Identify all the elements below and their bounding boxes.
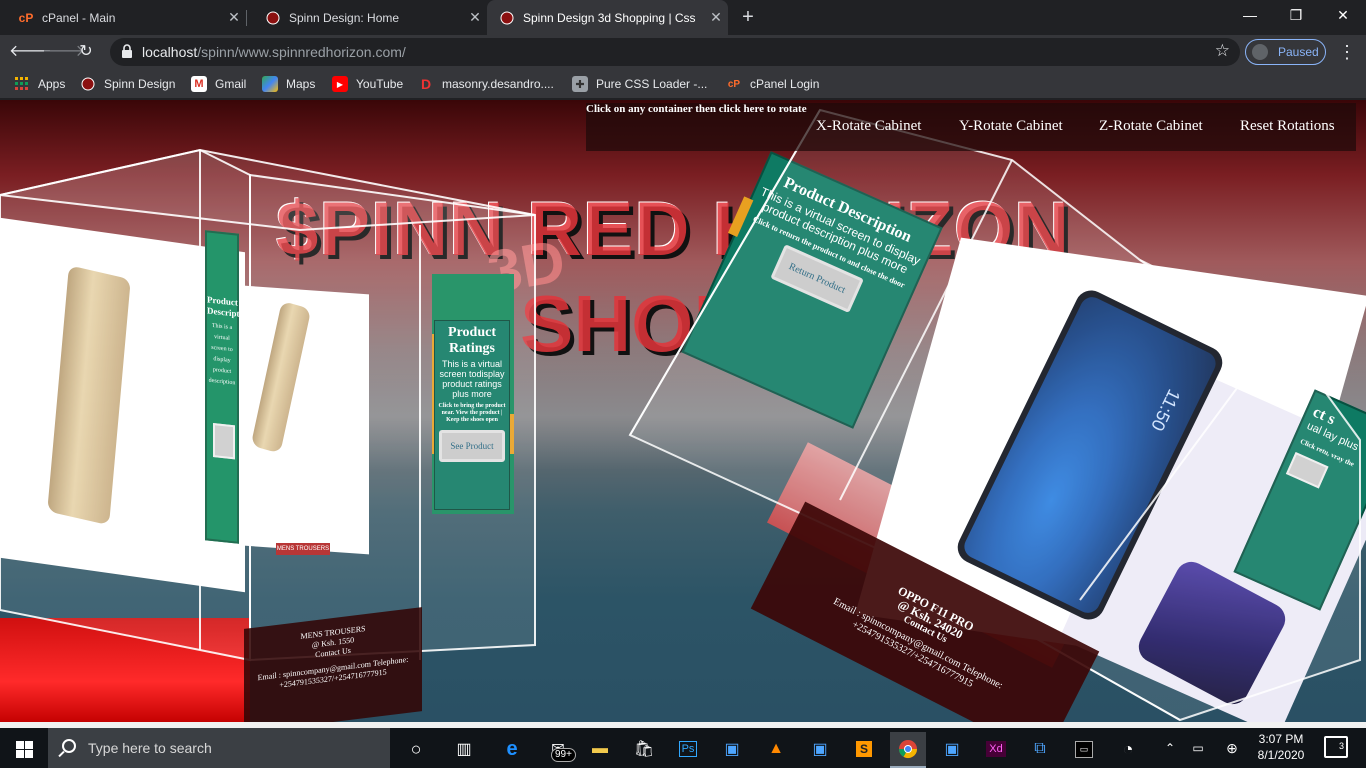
tab-title: Spinn Design: Home [289,10,400,25]
page-viewport: $PINN RED HORIZON 3D SHOP Product Descri… [0,100,1366,724]
menu-kebab-icon[interactable]: ⋮ [1338,40,1356,64]
gmail-icon: M [191,76,207,92]
profile-button[interactable]: Paused [1245,39,1326,65]
masonry-icon: D [420,76,432,92]
photoshop-icon[interactable]: Ps [670,732,706,766]
forward-button[interactable]: 🡒 [42,40,85,64]
terminal-icon[interactable]: ▭ [1066,732,1102,766]
tab-strip: cP cPanel - Main ✕ Spinn Design: Home ✕ … [0,0,1366,35]
windows-taskbar: Type here to search ○ ▥ e ✉ 99+ ▬ 🛍 Ps ▣… [0,728,1366,768]
bookmark-star-icon[interactable]: ☆ [1215,41,1230,61]
network-icon[interactable]: ⊕ [1220,728,1244,768]
reload-button[interactable]: ↻ [74,40,98,64]
mail-badge: 99+ [551,748,576,762]
cabinet1-info-base: MENS TROUSERS @ Ksh. 1550 Contact Us Ema… [244,607,422,724]
url-text: localhost/spinn/www.spinnredhorizon.com/ [142,44,406,60]
notification-center-icon[interactable]: 3 [1324,736,1348,758]
bookmark-cpanel-login[interactable]: cP cPanel Login [726,69,820,99]
screen: cP cPanel - Main ✕ Spinn Design: Home ✕ … [0,0,1366,768]
close-tab-icon[interactable]: ✕ [463,9,487,26]
file-explorer-icon[interactable]: ▬ [582,732,618,766]
taskbar-clock[interactable]: 3:07 PM 8/1/2020 [1248,731,1314,763]
task-view-icon[interactable]: ▥ [446,732,482,766]
edge-icon[interactable]: e [494,732,530,766]
bookmark-masonry[interactable]: D masonry.desandro.... [418,69,554,99]
minimize-button[interactable]: — [1227,0,1273,32]
tab-spinn-home[interactable]: Spinn Design: Home ✕ [247,0,487,35]
chrome-icon[interactable] [890,732,926,766]
bookmarks-bar: Apps Spinn Design M Gmail Maps ▶ YouTube… [0,69,1366,99]
tab-title: cPanel - Main [42,10,116,25]
x-rotate-button[interactable]: X-Rotate Cabinet [812,118,925,135]
bookmark-pure-css-loader[interactable]: ✚ Pure CSS Loader -... [572,69,707,99]
cortana-icon[interactable]: ○ [398,732,434,766]
spinn-design-icon [265,10,281,26]
reset-rotations-button[interactable]: Reset Rotations [1236,118,1339,135]
puzzle-icon: ✚ [572,76,588,92]
store-icon[interactable]: 🛍 [626,732,662,766]
app-window-icon-2[interactable]: ▣ [802,732,838,766]
avatar [1252,44,1268,60]
new-tab-button[interactable]: + [736,5,760,29]
app-window-icon[interactable]: ▣ [714,732,750,766]
bookmark-maps[interactable]: Maps [262,69,315,99]
youtube-icon: ▶ [332,76,348,92]
cabinet1-glass [0,148,536,662]
z-rotate-button[interactable]: Z-Rotate Cabinet [1095,118,1207,135]
tray-chevron-icon[interactable]: ⌃ [1160,728,1180,768]
restore-button[interactable]: ❐ [1273,0,1319,32]
y-rotate-button[interactable]: Y-Rotate Cabinet [955,118,1067,135]
xd-icon[interactable]: Xd [978,732,1014,766]
bookmark-youtube[interactable]: ▶ YouTube [332,69,403,99]
close-window-button[interactable]: ✕ [1320,0,1366,32]
sublime-icon[interactable]: S [846,732,882,766]
search-icon [62,739,76,753]
cpanel-icon: cP [18,10,34,25]
speedometer-icon[interactable]: ◔ [1110,732,1146,766]
start-button[interactable] [6,732,42,766]
bookmark-spinn-design[interactable]: Spinn Design [80,69,175,99]
cpanel-icon: cP [727,78,741,90]
tab-spinn-3d-shopping[interactable]: Spinn Design 3d Shopping | Css ✕ [487,0,728,35]
app-window-icon-3[interactable]: ▣ [934,732,970,766]
taskbar-search[interactable]: Type here to search [48,728,390,768]
tab-cpanel-main[interactable]: cP cPanel - Main ✕ [0,0,246,35]
battery-icon[interactable]: ▭ [1186,728,1210,768]
maps-icon [262,76,278,92]
windows-logo-icon [15,740,33,758]
close-tab-icon[interactable]: ✕ [704,9,728,26]
spinn-design-icon [80,76,96,92]
back-button[interactable]: 🡐 [9,40,52,64]
spinn-design-icon [499,10,515,26]
rotation-hint: Click on any container then click here t… [586,103,807,115]
bookmark-apps[interactable]: Apps [14,69,65,99]
apps-grid-icon [14,76,30,92]
network-app-icon[interactable]: ⧉ [1022,732,1058,766]
lock-icon [122,44,132,58]
address-bar[interactable]: localhost/spinn/www.spinnredhorizon.com/… [110,38,1240,66]
vlc-icon[interactable]: ▲ [758,732,794,766]
tab-title: Spinn Design 3d Shopping | Css [523,10,696,25]
close-tab-icon[interactable]: ✕ [222,9,246,26]
browser-toolbar: 🡐 🡒 ↻ localhost/spinn/www.spinnredhorizo… [0,35,1366,69]
bookmark-gmail[interactable]: M Gmail [191,69,246,99]
